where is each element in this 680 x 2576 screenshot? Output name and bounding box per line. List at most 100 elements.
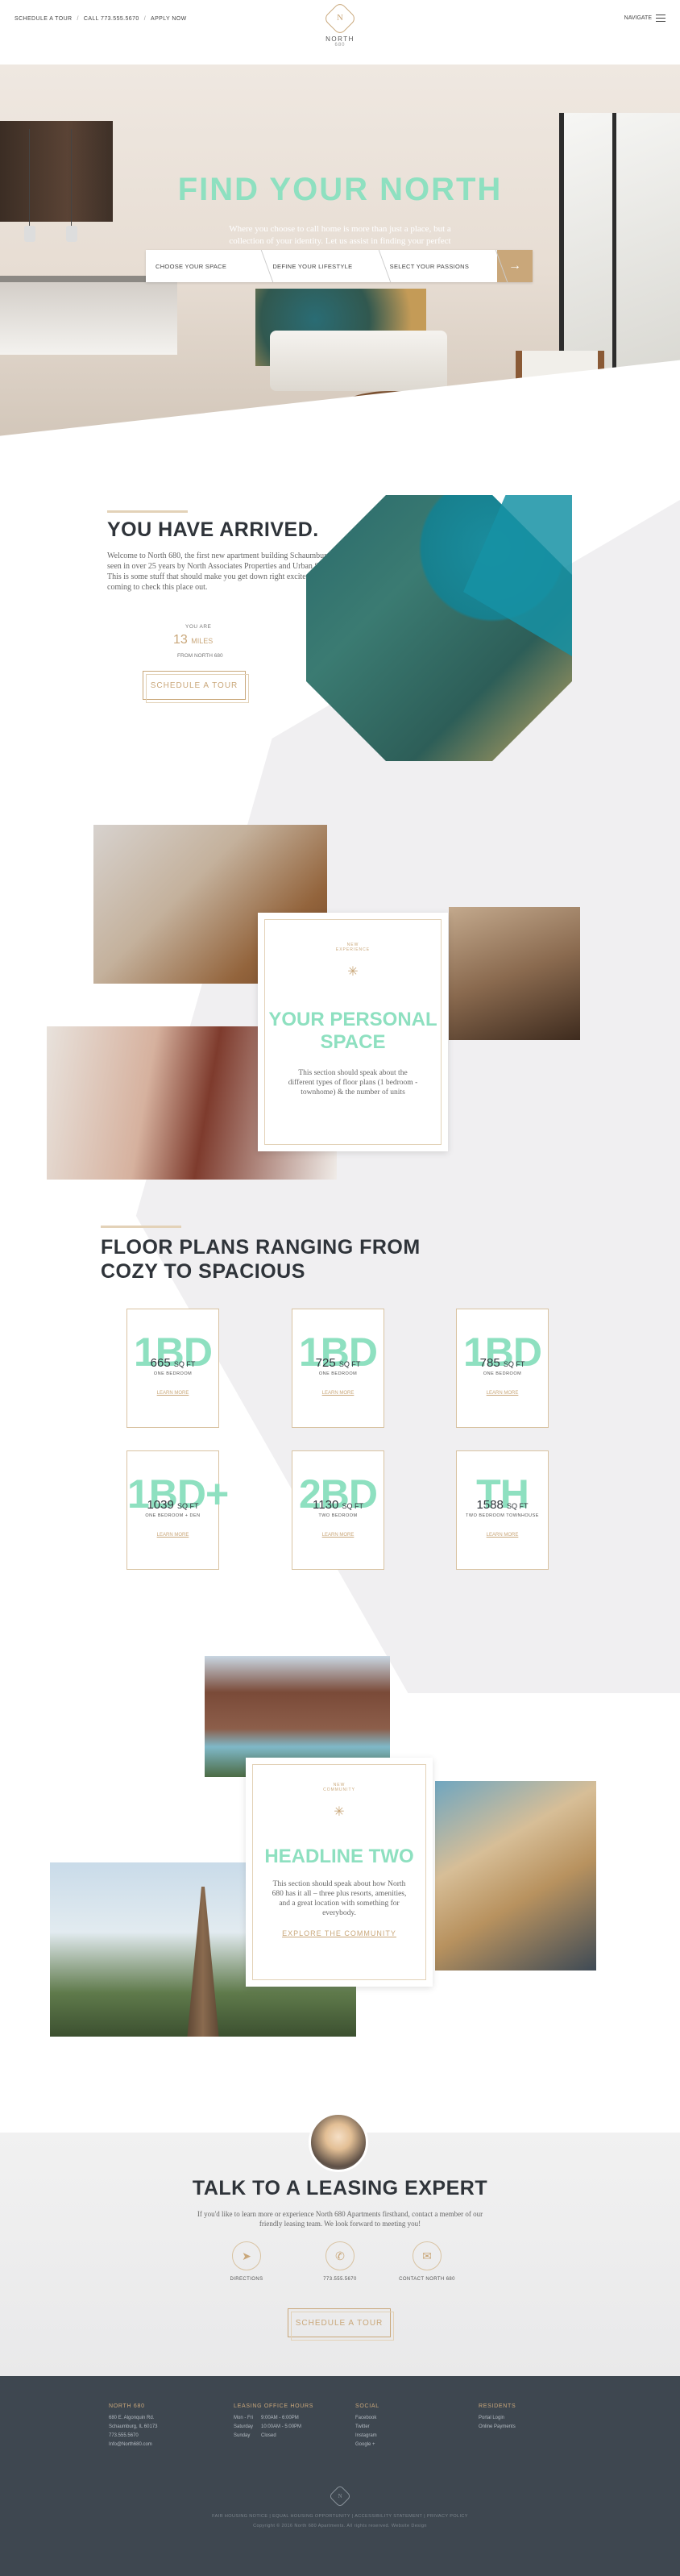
top-bar: SCHEDULE A TOUR / CALL 773.555.5670 / AP… <box>0 0 680 65</box>
footer-address-column: NORTH 680 680 E. Algonquin Rd. Schaumbur… <box>109 2402 158 2449</box>
select-passions-select[interactable]: SELECT YOUR PASSIONS <box>380 250 497 282</box>
learn-more-link[interactable]: LEARN MORE <box>127 1533 218 1538</box>
sqft-unit: SQ FT <box>507 1502 529 1510</box>
schedule-tour-label: SCHEDULE A TOUR <box>150 680 238 690</box>
logo-mark-icon: N <box>322 1 358 36</box>
explore-community-link[interactable]: EXPLORE THE COMMUNITY <box>253 1929 425 1937</box>
define-lifestyle-select[interactable]: DEFINE YOUR LIFESTYLE <box>263 250 379 282</box>
hero-image-window <box>559 113 680 379</box>
address-line: Schaumburg, IL 60173 <box>109 2424 158 2429</box>
floorplan-card[interactable]: 1BD+ 1039 SQ FT ONE BEDROOM + DEN LEARN … <box>126 1450 229 1570</box>
floorplan-card[interactable]: 1BD 785 SQ FT ONE BEDROOM LEARN MORE <box>456 1309 549 1428</box>
headline-two-body: This section should speak about how Nort… <box>272 1880 407 1917</box>
floorplan-card[interactable]: 1BD 665 SQ FT ONE BEDROOM LEARN MORE <box>126 1309 219 1428</box>
floorplan-sqft: 785 SQ FT <box>457 1356 548 1370</box>
arrived-title: YOU HAVE ARRIVED. <box>107 518 319 541</box>
navigate-menu-button[interactable]: NAVIGATE <box>624 15 665 22</box>
arrow-right-icon: → <box>508 259 521 273</box>
hours-time: 10:00AM - 5:00PM <box>261 2424 302 2429</box>
hero-image-counter <box>0 282 177 355</box>
schedule-tour-button-bottom[interactable]: SCHEDULE A TOUR <box>288 2308 394 2341</box>
portal-login-link[interactable]: Portal Login <box>479 2414 516 2423</box>
navigate-label: NAVIGATE <box>624 15 652 21</box>
email-contact[interactable]: ✉ CONTACT NORTH 680 <box>387 2241 467 2282</box>
card-frame: NEW EXPERIENCE ✳ YOUR PERSONAL SPACE Thi… <box>264 919 442 1145</box>
floorplans-title-line2: COZY TO SPACIOUS <box>101 1260 305 1283</box>
sqft-unit: SQ FT <box>503 1360 525 1368</box>
social-link-instagram[interactable]: Instagram <box>355 2432 379 2441</box>
floorplan-sqft: 1588 SQ FT <box>457 1498 548 1512</box>
schedule-tour-button[interactable]: SCHEDULE A TOUR <box>143 671 249 703</box>
phone-icon: ✆ <box>325 2241 355 2270</box>
personal-space-title: YOUR PERSONAL SPACE <box>268 1009 437 1053</box>
hours-day: Saturday <box>234 2424 254 2429</box>
sqft-unit: SQ FT <box>177 1502 199 1510</box>
pendant-light <box>66 129 77 242</box>
star-icon: ✳ <box>334 1805 345 1819</box>
site-logo[interactable]: N NORTH 680 <box>322 1 358 48</box>
logo-mark-letter: N <box>337 13 343 23</box>
choose-space-select[interactable]: CHOOSE YOUR SPACE <box>146 250 263 282</box>
schedule-tour-label: SCHEDULE A TOUR <box>295 2318 384 2328</box>
apply-now-link[interactable]: APPLY NOW <box>151 16 187 22</box>
footer-heading: RESIDENTS <box>479 2403 516 2409</box>
mail-icon: ✉ <box>413 2241 442 2270</box>
floorplan-type: TWO BEDROOM TOWNHOUSE <box>466 1513 539 1518</box>
card-frame: NEW COMMUNITY ✳ HEADLINE TWO This sectio… <box>252 1764 426 1980</box>
phone-contact[interactable]: ✆ 773.555.5670 <box>300 2241 380 2282</box>
hero-image-sofa <box>270 331 447 391</box>
floorplan-card[interactable]: TH 1588 SQ FT TWO BEDROOM TOWNHOUSE LEAR… <box>456 1450 549 1570</box>
sqft-value: 785 <box>479 1356 500 1370</box>
footer-legal-links[interactable]: FAIR HOUSING NOTICE | EQUAL HOUSING OPPO… <box>0 2514 680 2519</box>
schedule-tour-link[interactable]: SCHEDULE A TOUR <box>15 16 73 22</box>
social-link-facebook[interactable]: Facebook <box>355 2414 379 2423</box>
sqft-value: 725 <box>315 1356 336 1370</box>
miles-unit: MILES <box>191 637 214 645</box>
sqft-unit: SQ FT <box>342 1502 363 1510</box>
apartment-finder: CHOOSE YOUR SPACE DEFINE YOUR LIFESTYLE … <box>146 250 533 282</box>
miles-readout: 13 MILES <box>173 633 213 647</box>
learn-more-link[interactable]: LEARN MORE <box>292 1533 384 1538</box>
personal-space-card: NEW EXPERIENCE ✳ YOUR PERSONAL SPACE Thi… <box>258 913 448 1151</box>
social-link-twitter[interactable]: Twitter <box>355 2423 379 2432</box>
hero-section: FIND YOUR NORTH Where you choose to call… <box>0 65 680 443</box>
hours-time: 9:00AM - 6:00PM <box>261 2416 299 2420</box>
footer-phone-link[interactable]: 773.555.5670 <box>109 2432 158 2441</box>
hours-time: Closed <box>261 2433 276 2438</box>
footer-hours-column: LEASING OFFICE HOURS Mon - Fri 9:00AM - 6… <box>234 2402 313 2441</box>
sqft-value: 1588 <box>476 1498 504 1512</box>
call-link[interactable]: CALL 773.555.5670 <box>84 16 139 22</box>
online-payments-link[interactable]: Online Payments <box>479 2423 516 2432</box>
directions-icon: ➤ <box>232 2241 261 2270</box>
logo-number: 680 <box>334 43 346 48</box>
section-rule <box>107 510 188 513</box>
learn-more-link[interactable]: LEARN MORE <box>127 1391 218 1396</box>
miles-suffix: FROM NORTH 680 <box>177 653 223 659</box>
directions-contact[interactable]: ➤ DIRECTIONS <box>206 2241 287 2282</box>
floorplan-card[interactable]: 2BD 1130 SQ FT TWO BEDROOM LEARN MORE <box>292 1450 384 1570</box>
learn-more-link[interactable]: LEARN MORE <box>457 1391 548 1396</box>
phone-label: 773.555.5670 <box>323 2277 357 2282</box>
emblem-text: NEW COMMUNITY <box>323 1783 355 1792</box>
leasing-body: If you'd like to learn more or experienc… <box>197 2210 483 2228</box>
hero-title: FIND YOUR NORTH <box>177 172 503 207</box>
social-link-google[interactable]: Google + <box>355 2441 379 2449</box>
section-rule <box>101 1226 181 1228</box>
floorplan-sqft: 665 SQ FT <box>127 1356 218 1370</box>
footer-copyright: Copyright © 2016 North 680 Apartments. A… <box>253 2524 427 2528</box>
leasing-agent-avatar <box>309 2112 368 2172</box>
hours-day: Mon - Fri <box>234 2416 253 2420</box>
footer-email-link[interactable]: Info@North680.com <box>109 2441 158 2449</box>
footer-social-column: SOCIAL Facebook Twitter Instagram Google… <box>355 2402 379 2449</box>
floorplan-card[interactable]: 1BD 725 SQ FT ONE BEDROOM LEARN MORE <box>292 1309 384 1428</box>
floorplan-sqft: 725 SQ FT <box>292 1356 384 1370</box>
resident-hair-photo <box>435 1781 596 1970</box>
footer-heading: SOCIAL <box>355 2403 379 2409</box>
learn-more-link[interactable]: LEARN MORE <box>457 1533 548 1538</box>
floorplan-sqft: 1130 SQ FT <box>292 1498 384 1512</box>
headline-two-card: NEW COMMUNITY ✳ HEADLINE TWO This sectio… <box>246 1758 433 1987</box>
floorplans-title: FLOOR PLANS RANGING FROM COZY TO SPACIOU… <box>101 1235 421 1284</box>
footer-residents-column: RESIDENTS Portal Login Online Payments <box>479 2402 516 2432</box>
learn-more-link[interactable]: LEARN MORE <box>292 1391 384 1396</box>
sqft-unit: SQ FT <box>173 1360 196 1368</box>
